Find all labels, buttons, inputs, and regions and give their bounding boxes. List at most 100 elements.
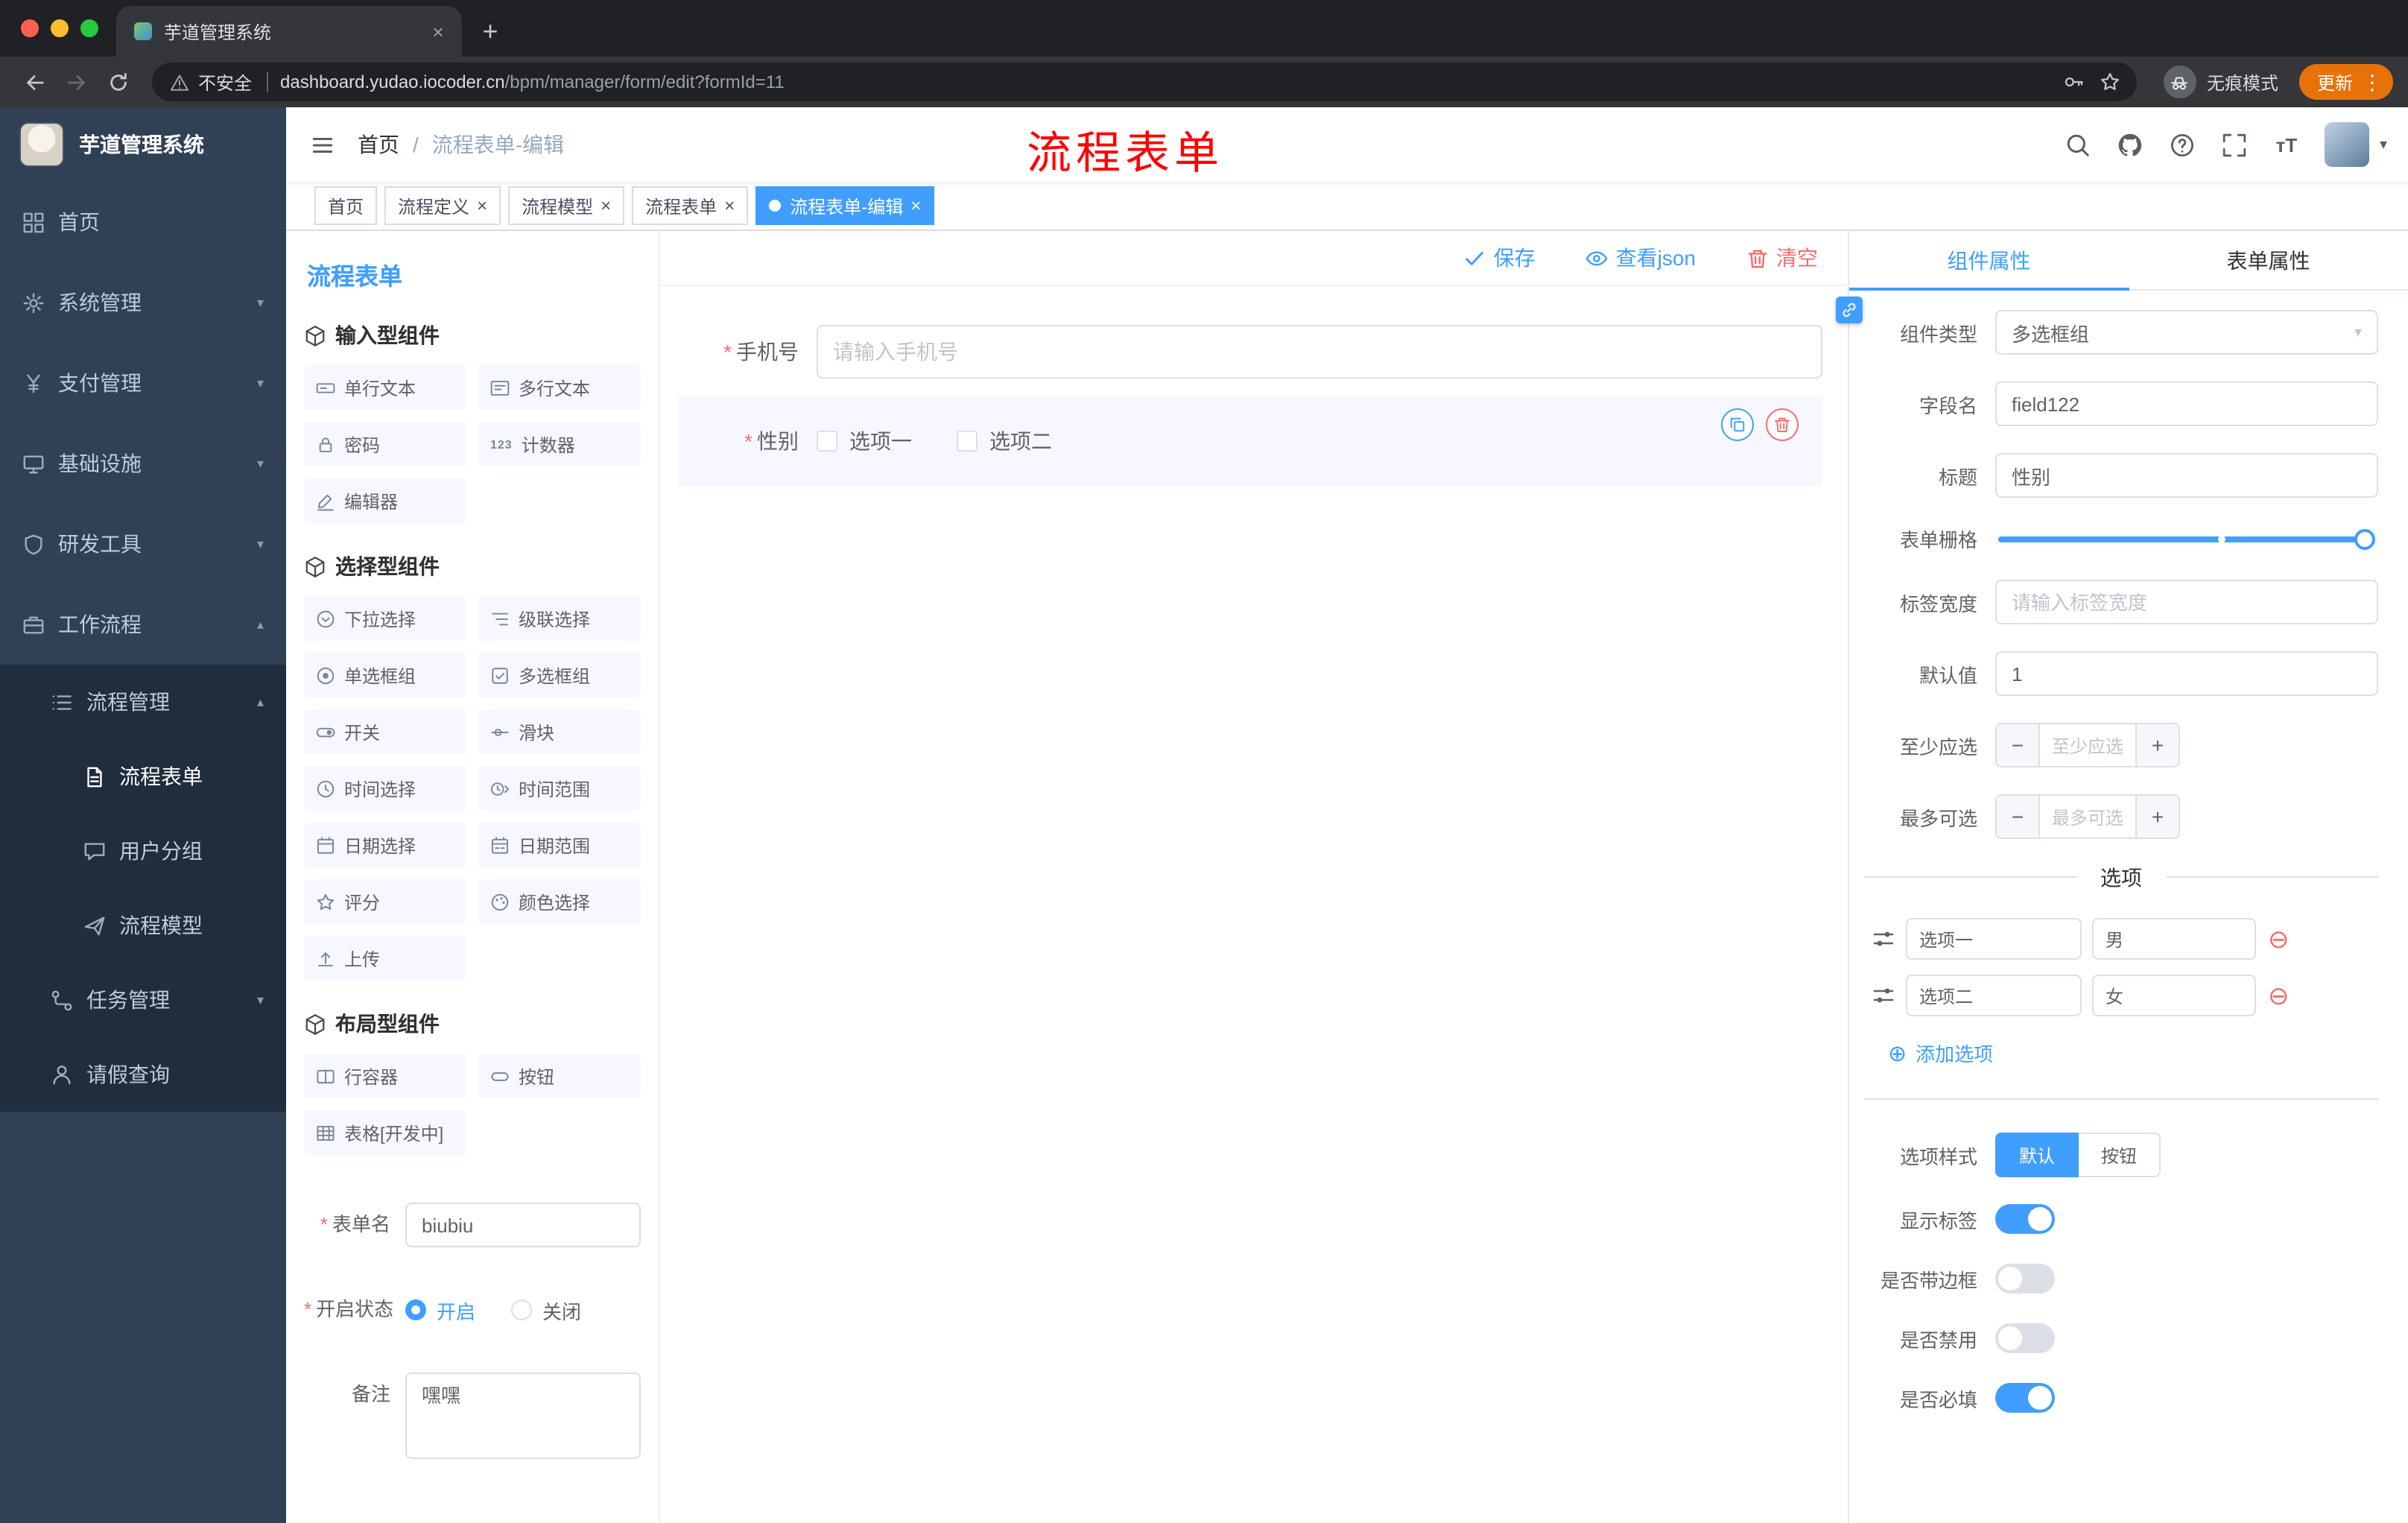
component-item-counter[interactable]: 123 计数器 [478,422,641,466]
save-button[interactable]: 保存 [1464,243,1536,273]
option-style-button[interactable]: 按钮 [2079,1133,2161,1177]
component-item-single-line[interactable]: 单行文本 [304,365,466,410]
search-icon[interactable] [2052,107,2104,182]
gender-option-1[interactable]: 选项一 [817,426,912,456]
sidebar-item-user-group[interactable]: 用户分组 [0,814,286,888]
tag-close-icon[interactable]: × [910,195,921,216]
bookmark-star-icon[interactable] [2092,64,2128,100]
component-item-textarea[interactable]: 多行文本 [478,365,641,410]
address-bar[interactable]: 不安全 dashboard.yudao.iocoder.cn /bpm/mana… [152,63,2137,101]
component-item-table[interactable]: 表格[开发中] [304,1110,466,1155]
tag-close-icon[interactable]: × [724,195,735,216]
delete-component-button[interactable] [1766,408,1799,441]
checkbox-icon[interactable] [957,431,978,452]
add-option-button[interactable]: ⊕ 添加选项 [1888,1039,1993,1067]
tab-component-props[interactable]: 组件属性 [1849,231,2129,291]
avatar-caret-down-icon[interactable]: ▾ [2380,136,2387,153]
increase-button[interactable]: + [2135,724,2179,766]
clear-button[interactable]: 清空 [1746,243,1818,273]
tag-process-model[interactable]: 流程模型 × [508,186,625,225]
drag-handle-icon[interactable] [1872,984,1895,1007]
form-name-input[interactable] [405,1203,641,1247]
slider-handle[interactable] [2354,528,2375,549]
sidebar-item-leave-query[interactable]: 请假查询 [0,1037,286,1112]
remove-option-icon[interactable]: ⊖ [2268,926,2290,952]
user-avatar[interactable] [2324,122,2369,167]
max-select-value[interactable]: 最多可选 [2040,796,2135,838]
help-icon[interactable] [2156,107,2208,182]
disabled-switch[interactable] [1995,1323,2055,1353]
option-label-input[interactable] [1906,975,2082,1016]
option-value-input[interactable] [2092,918,2256,960]
form-canvas[interactable]: *手机号 *性别 选项一 选项二 [660,286,1848,1523]
phone-input[interactable] [817,325,1822,379]
tag-home[interactable]: 首页 [314,186,378,225]
tag-process-definition[interactable]: 流程定义 × [384,186,501,225]
password-key-icon[interactable] [2056,64,2092,100]
back-button[interactable] [15,63,54,101]
gender-option-2[interactable]: 选项二 [957,426,1052,456]
reload-button[interactable] [98,63,137,101]
view-json-button[interactable]: 查看json [1586,243,1696,273]
form-remark-textarea[interactable]: 嘿嘿 [405,1372,641,1459]
sidebar-item-home[interactable]: 首页 [0,182,286,262]
minimize-window-button[interactable] [51,19,69,37]
decrease-button[interactable]: − [1997,796,2040,838]
component-item-time-range[interactable]: 时间范围 [478,766,641,811]
sidebar-item-workflow[interactable]: 工作流程 ▴ [0,584,286,665]
new-tab-button[interactable]: + [471,12,510,51]
zoom-window-button[interactable] [80,19,98,37]
component-item-rate[interactable]: 评分 [304,879,466,924]
status-radio-open[interactable]: 开启 [405,1296,475,1324]
tab-form-props[interactable]: 表单属性 [2129,231,2408,289]
tag-process-form-edit[interactable]: 流程表单-编辑 × [755,186,935,225]
sidebar-item-system[interactable]: 系统管理 ▾ [0,262,286,343]
label-width-input[interactable] [1995,580,2378,624]
status-radio-closed[interactable]: 关闭 [511,1296,581,1324]
sidebar-item-process-management[interactable]: 流程管理 ▴ [0,665,286,739]
border-switch[interactable] [1995,1264,2055,1294]
sidebar-item-infrastructure[interactable]: 基础设施 ▾ [0,423,286,504]
component-item-switch[interactable]: 开关 [304,709,466,754]
title-input[interactable] [1995,453,2378,498]
selected-component-gender[interactable]: * 性别 选项一 选项二 [678,396,1822,486]
decrease-button[interactable]: − [1997,724,2040,766]
component-item-date-range[interactable]: 日期范围 [478,823,641,867]
sidebar-toggle-icon[interactable] [286,107,358,182]
field-name-input[interactable] [1995,381,2378,426]
component-item-select[interactable]: 下拉选择 [304,596,466,641]
breadcrumb-home[interactable]: 首页 [358,130,399,159]
min-select-value[interactable]: 至少应选 [2040,724,2135,766]
remove-option-icon[interactable]: ⊖ [2268,983,2290,1008]
component-item-cascader[interactable]: 级联选择 [478,596,641,641]
component-item-upload[interactable]: 上传 [304,936,466,981]
component-item-button[interactable]: 按钮 [478,1054,641,1098]
tag-close-icon[interactable]: × [477,195,487,216]
close-window-button[interactable] [21,19,39,37]
tab-close-icon[interactable]: × [426,19,450,43]
default-value-input[interactable] [1995,651,2378,696]
copy-component-button[interactable] [1721,408,1754,441]
component-item-radio-group[interactable]: 单选框组 [304,653,466,697]
option-style-default[interactable]: 默认 [1995,1133,2079,1177]
option-value-input[interactable] [2092,975,2256,1016]
component-type-select[interactable]: 多选框组 ▾ [1995,310,2378,355]
increase-button[interactable]: + [2135,796,2179,838]
sidebar-item-process-form[interactable]: 流程表单 [0,739,286,814]
sidebar-item-process-model[interactable]: 流程模型 [0,888,286,963]
show-label-switch[interactable] [1995,1204,2055,1234]
component-item-row-container[interactable]: 行容器 [304,1054,466,1098]
sidebar-item-payment[interactable]: 支付管理 ▾ [0,343,286,423]
app-logo[interactable]: 芋道管理系统 [0,107,286,182]
browser-update-button[interactable]: 更新 ⋮ [2298,64,2393,100]
component-item-slider[interactable]: 滑块 [478,709,641,754]
component-item-editor[interactable]: 编辑器 [304,478,466,523]
component-item-time-picker[interactable]: 时间选择 [304,766,466,811]
github-icon[interactable] [2104,107,2156,182]
sidebar-item-devtools[interactable]: 研发工具 ▾ [0,504,286,584]
tag-process-form[interactable]: 流程表单 × [632,186,749,225]
checkbox-icon[interactable] [817,431,837,452]
drag-handle-icon[interactable] [1872,927,1895,951]
grid-slider[interactable] [1998,528,2375,549]
component-item-date-picker[interactable]: 日期选择 [304,823,466,867]
